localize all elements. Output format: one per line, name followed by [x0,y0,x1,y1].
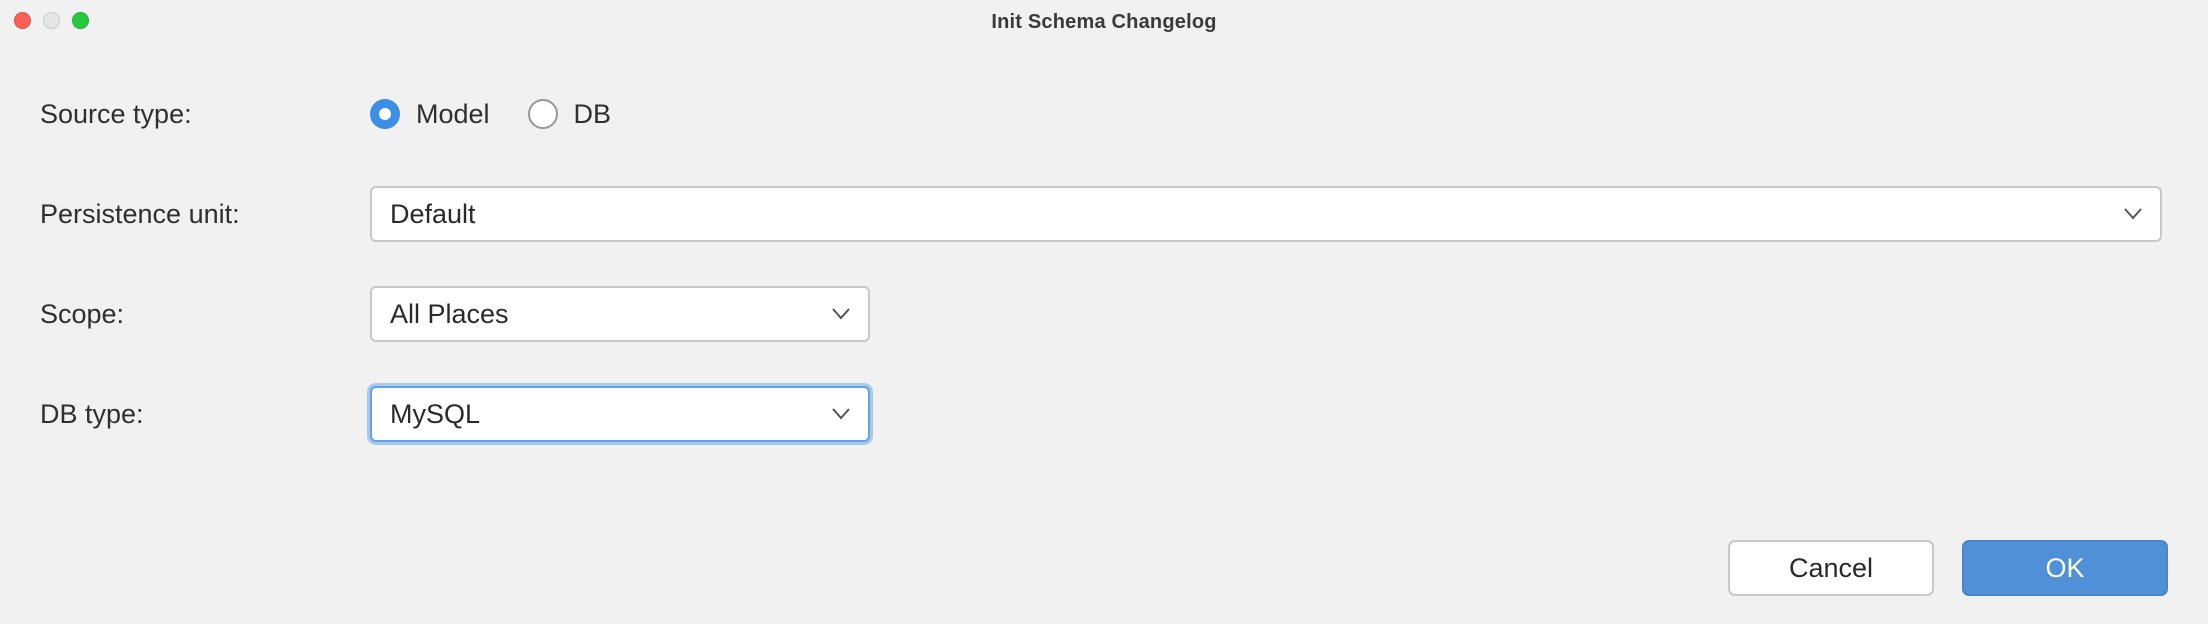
select-scope-value: All Places [390,299,509,330]
row-persistence-unit: Persistence unit: Default [40,184,2168,244]
label-db-type: DB type: [40,399,370,430]
cancel-button-label: Cancel [1789,553,1873,584]
chevron-down-icon [832,408,850,420]
radio-source-model[interactable]: Model [370,99,490,130]
row-scope: Scope: All Places [40,284,2168,344]
dialog-footer: Cancel OK [1728,540,2168,596]
radio-dot-icon [528,99,558,129]
radio-label-db: DB [574,99,612,130]
label-source-type: Source type: [40,99,370,130]
ok-button[interactable]: OK [1962,540,2168,596]
radio-source-db[interactable]: DB [528,99,612,130]
titlebar: Init Schema Changelog [0,0,2208,44]
source-type-radio-group: Model DB [370,99,611,130]
chevron-down-icon [832,308,850,320]
minimize-window-button[interactable] [43,12,60,29]
select-db-type-value: MySQL [390,399,480,430]
label-scope: Scope: [40,299,370,330]
cancel-button[interactable]: Cancel [1728,540,1934,596]
window-title: Init Schema Changelog [991,11,1216,34]
window-controls [14,12,89,29]
radio-dot-icon [370,99,400,129]
zoom-window-button[interactable] [72,12,89,29]
chevron-down-icon [2124,208,2142,220]
select-db-type[interactable]: MySQL [370,386,870,442]
select-persistence-unit-value: Default [390,199,476,230]
row-source-type: Source type: Model DB [40,84,2168,144]
row-db-type: DB type: MySQL [40,384,2168,444]
close-window-button[interactable] [14,12,31,29]
label-persistence-unit: Persistence unit: [40,199,370,230]
ok-button-label: OK [2045,553,2084,584]
select-scope[interactable]: All Places [370,286,870,342]
dialog-content: Source type: Model DB Persistence unit: … [0,44,2208,444]
radio-label-model: Model [416,99,490,130]
select-persistence-unit[interactable]: Default [370,186,2162,242]
